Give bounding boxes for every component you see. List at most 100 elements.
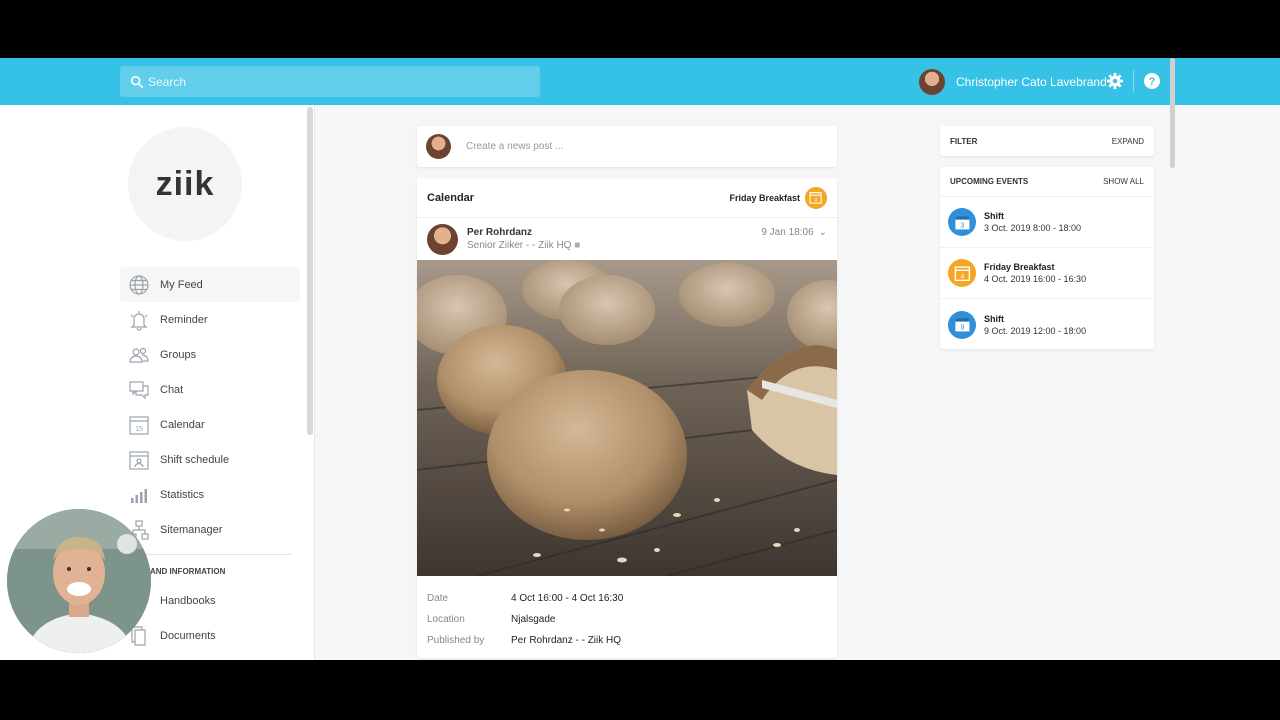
post-type: Calendar xyxy=(427,191,475,204)
svg-text:?: ? xyxy=(1149,76,1156,88)
show-all-button[interactable]: SHOW ALL xyxy=(1103,177,1144,186)
event-details: Date 4 Oct 16:00 - 4 Oct 16:30 Location … xyxy=(417,576,837,660)
event-item[interactable]: 9 Shift 9 Oct. 2019 12:00 - 18:00 xyxy=(940,299,1154,350)
create-post-box[interactable]: Create a news post ... xyxy=(417,126,837,167)
sidebar-item-label: Sitemanager xyxy=(160,523,223,536)
sidebar-item-statistics[interactable]: Statistics xyxy=(120,477,300,512)
upcoming-events-panel: UPCOMING EVENTS SHOW ALL 3 Shift 3 Oct. … xyxy=(940,167,1154,349)
sidebar-item-my-feed[interactable]: My Feed xyxy=(120,267,300,302)
calendar-icon: 9 xyxy=(948,310,976,339)
upcoming-events-header: UPCOMING EVENTS SHOW ALL xyxy=(940,167,1154,197)
presenter-video xyxy=(7,509,151,653)
svg-text:4: 4 xyxy=(814,197,817,203)
user-menu[interactable]: Christopher Cato Lavebrand xyxy=(919,69,1107,95)
post-header: Calendar Friday Breakfast 4 xyxy=(417,178,837,218)
event-name[interactable]: Friday Breakfast xyxy=(729,193,800,203)
event-date: 4 Oct. 2019 16:00 - 16:30 xyxy=(984,274,1087,284)
topbar-divider xyxy=(1133,70,1134,92)
help-icon[interactable]: ? xyxy=(1144,73,1160,89)
user-avatar xyxy=(919,69,945,95)
post-author: Per Rohrdanz Senior Ziiker - - Ziik HQ ■… xyxy=(417,218,837,260)
event-title: Shift xyxy=(984,313,1004,324)
main-scrollbar[interactable] xyxy=(1170,58,1175,168)
filter-label: FILTER xyxy=(950,136,978,146)
calendar-icon: 15 xyxy=(129,415,149,435)
create-post-placeholder: Create a news post ... xyxy=(466,141,564,152)
sidebar-item-label: Handbooks xyxy=(160,594,216,607)
user-name: Christopher Cato Lavebrand xyxy=(956,75,1107,89)
svg-text:9: 9 xyxy=(960,325,964,332)
bell-icon xyxy=(130,310,148,331)
event-item[interactable]: 3 Shift 3 Oct. 2019 8:00 - 18:00 xyxy=(940,197,1154,248)
detail-row-date: Date 4 Oct 16:00 - 4 Oct 16:30 xyxy=(427,588,827,609)
ziik-logo[interactable]: ziik xyxy=(128,127,242,241)
calendar-icon: 4 xyxy=(948,259,976,287)
top-bar: Search Christopher Cato Lavebrand ? xyxy=(0,58,1280,105)
sidebar-item-sitemanager[interactable]: Sitemanager xyxy=(120,512,300,547)
event-calendar-icon: 4 xyxy=(805,186,827,209)
detail-label: Published by xyxy=(427,635,485,646)
sidebar-item-label: Calendar xyxy=(160,418,205,431)
gear-icon[interactable] xyxy=(1106,72,1124,90)
upcoming-events-title: UPCOMING EVENTS xyxy=(950,177,1029,186)
sidebar-item-label: Chat xyxy=(160,383,184,396)
filter-panel: FILTER EXPAND xyxy=(940,126,1154,156)
event-title: Friday Breakfast xyxy=(984,262,1055,272)
svg-text:3: 3 xyxy=(960,222,964,229)
sidebar-item-label: Reminder xyxy=(160,313,208,326)
sidebar-item-label: Statistics xyxy=(160,488,205,501)
bread-rolls-photo xyxy=(417,260,837,576)
detail-label: Date xyxy=(427,593,449,604)
expand-button[interactable]: EXPAND xyxy=(1112,137,1144,146)
detail-value: Njalsgade xyxy=(511,614,556,625)
logo-text: ziik xyxy=(155,164,215,203)
shift-icon xyxy=(129,450,149,470)
search-icon xyxy=(130,75,144,88)
chevron-down-icon[interactable]: ⌄ xyxy=(819,227,827,238)
sidebar-item-documents[interactable]: Documents xyxy=(120,618,300,653)
users-icon xyxy=(129,347,149,363)
sidebar-item-label: Documents xyxy=(160,629,216,642)
composer-avatar xyxy=(426,134,451,159)
publisher-name[interactable]: Per Rohrdanz - - xyxy=(511,635,588,646)
author-avatar[interactable] xyxy=(427,223,458,255)
event-date: 3 Oct. 2019 8:00 - 18:00 xyxy=(984,223,1082,233)
detail-row-location: Location Njalsgade xyxy=(427,609,827,630)
author-subtitle: Senior Ziiker - - Ziik HQ ■ xyxy=(467,240,581,251)
app-window: Search Christopher Cato Lavebrand ? ziik… xyxy=(0,58,1280,660)
sidebar-item-groups[interactable]: Groups xyxy=(120,337,300,372)
group-icon: ■ xyxy=(574,240,581,251)
calendar-icon: 3 xyxy=(948,208,976,236)
post-image[interactable] xyxy=(417,260,837,576)
detail-label: Location xyxy=(427,614,465,625)
sidebar-item-chat[interactable]: Chat xyxy=(120,372,300,407)
sidebar-item-label: Shift schedule xyxy=(160,453,230,466)
publisher-group[interactable]: Ziik HQ xyxy=(588,635,621,646)
section-divider xyxy=(140,554,292,555)
sidebar-scrollbar[interactable] xyxy=(307,107,313,435)
globe-icon xyxy=(129,274,149,295)
svg-text:4: 4 xyxy=(960,273,964,280)
svg-text:15: 15 xyxy=(135,426,143,433)
sidebar-item-label: My Feed xyxy=(160,278,203,291)
author-name[interactable]: Per Rohrdanz xyxy=(467,227,580,238)
bar-chart-icon xyxy=(131,488,147,503)
detail-value: 4 Oct 16:00 - 4 Oct 16:30 xyxy=(511,593,624,604)
chat-icon xyxy=(129,380,149,399)
webcam-overlay xyxy=(7,509,151,653)
sidebar-item-label: Groups xyxy=(160,348,197,361)
search-placeholder: Search xyxy=(148,74,187,89)
event-item[interactable]: 4 Friday Breakfast 4 Oct. 2019 16:00 - 1… xyxy=(940,248,1154,299)
event-title: Shift xyxy=(984,211,1004,221)
sidebar-nav: My Feed Reminder Groups Chat 15 Calendar… xyxy=(120,267,300,547)
sidebar-item-reminder[interactable]: Reminder xyxy=(120,302,300,337)
sidebar-item-calendar[interactable]: 15 Calendar xyxy=(120,407,300,442)
sidebar-item-shift-schedule[interactable]: Shift schedule xyxy=(120,442,300,477)
event-date: 9 Oct. 2019 12:00 - 18:00 xyxy=(984,325,1087,336)
section-title: AND INFORMATION xyxy=(150,567,226,576)
detail-row-published-by: Published by Per Rohrdanz - - Ziik HQ xyxy=(427,630,827,651)
post-time[interactable]: 9 Jan 18:06 ⌄ xyxy=(761,227,827,238)
search-input[interactable]: Search xyxy=(120,66,540,97)
calendar-post: Calendar Friday Breakfast 4 Per Rohrdanz… xyxy=(417,178,837,658)
detail-value: Per Rohrdanz - - Ziik HQ xyxy=(511,635,621,646)
